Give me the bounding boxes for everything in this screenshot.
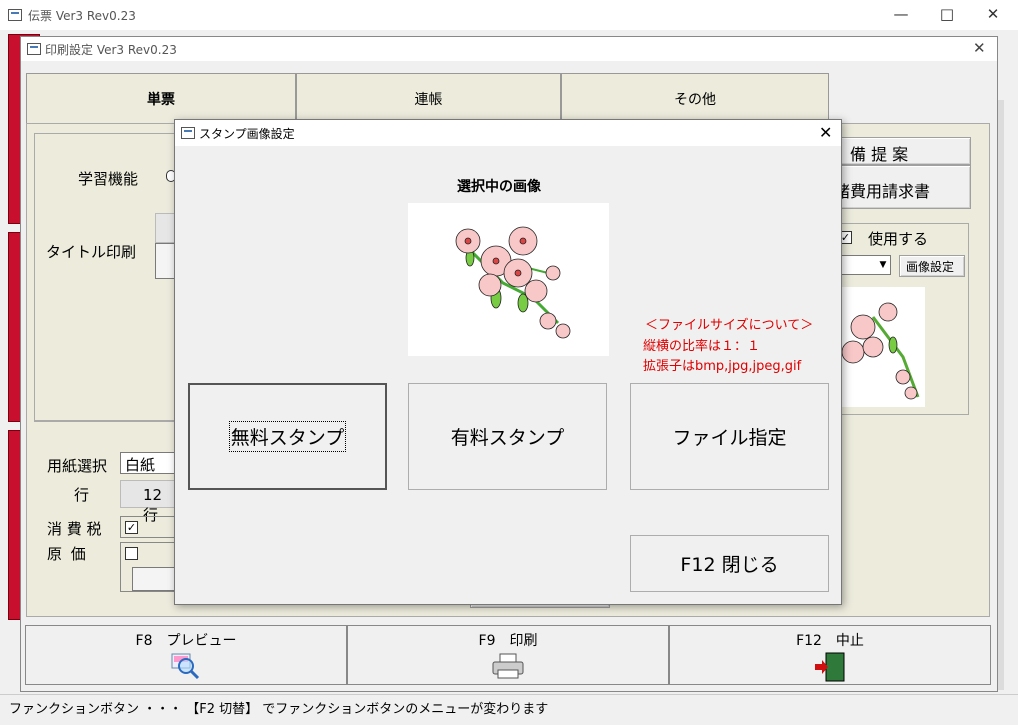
paid-stamp-button[interactable]: 有料スタンプ [408, 383, 607, 490]
paper-select-label: 用紙選択 [47, 457, 108, 475]
free-stamp-button[interactable]: 無料スタンプ [188, 383, 387, 490]
f8-preview-button[interactable]: F8 プレビュー [25, 625, 347, 685]
f9-print-button[interactable]: F9 印刷 [347, 625, 669, 685]
paid-stamp-label: 有料スタンプ [450, 427, 565, 449]
minimize-icon[interactable]: — [878, 0, 924, 28]
exit-door-icon [815, 652, 845, 682]
row-field[interactable]: 12行 [120, 480, 176, 524]
close-icon[interactable]: ✕ [970, 0, 1016, 28]
cost-field[interactable] [132, 567, 176, 591]
preview-magnifier-icon [171, 653, 200, 680]
proposal-button-label: 備 提 案 [850, 145, 909, 164]
tab-single[interactable]: 単票 [26, 73, 296, 123]
main-titlebar: 伝票 Ver3 Rev0.23 — □ ✕ [0, 0, 1018, 30]
paper-select[interactable]: 白紙 [120, 452, 176, 474]
invoice-button[interactable]: 諸費用請求書 [833, 165, 971, 209]
f8-label: F8 プレビュー [135, 633, 237, 649]
app-icon [27, 43, 41, 55]
f12-label: F12 中止 [796, 633, 864, 649]
f12-cancel-button[interactable]: F12 中止 [669, 625, 991, 685]
use-label: 使用する [868, 230, 929, 248]
f9-label: F9 印刷 [478, 633, 538, 649]
stamp-dialog-title: スタンプ画像設定 [199, 127, 295, 141]
selected-image-preview [408, 203, 609, 356]
status-text: ファンクションボタン ・・・ 【F2 切替】 でファンクションボタンのメニューが… [9, 702, 549, 717]
cherry-blossom-image [455, 226, 571, 339]
main-window-title: 伝票 Ver3 Rev0.23 [28, 9, 136, 23]
image-settings-label: 画像設定 [906, 260, 955, 274]
stamp-image-dialog: スタンプ画像設定 ✕ 選択中の画像 ＜ファイルサイズについて＞ 縦横の比率は１：… [174, 119, 842, 605]
close-dialog-button[interactable]: F12 閉じる [630, 535, 829, 592]
title-print-label: タイトル印刷 [46, 243, 137, 261]
image-settings-button[interactable]: 画像設定 [899, 255, 965, 277]
app-icon [8, 9, 22, 21]
print-settings-titlebar: 印刷設定 Ver3 Rev0.23 ✕ [21, 37, 997, 61]
print-settings-title: 印刷設定 Ver3 Rev0.23 [45, 43, 177, 57]
stamp-preview-thumbnail [833, 287, 925, 407]
printer-icon [492, 653, 524, 679]
learning-label: 学習機能 [78, 170, 139, 188]
status-bar: ファンクションボタン ・・・ 【F2 切替】 でファンクションボタンのメニューが… [0, 694, 1018, 725]
app-icon [181, 127, 195, 139]
tax-checkbox[interactable]: ✓ [125, 521, 138, 534]
file-select-label: ファイル指定 [672, 427, 787, 449]
row-label: 行 [74, 486, 90, 504]
stamp-dialog-titlebar: スタンプ画像設定 ✕ [175, 120, 841, 146]
invoice-button-label: 諸費用請求書 [834, 182, 931, 201]
tax-label: 消 費 税 [47, 520, 102, 538]
close-icon[interactable]: ✕ [819, 123, 832, 142]
tab-label: その他 [674, 91, 716, 108]
extension-note: 拡張子はbmp,jpg,jpeg,gif [643, 359, 802, 374]
proposal-button[interactable]: 備 提 案 [833, 137, 971, 165]
chevron-down-icon: ▼ [879, 260, 887, 270]
title-print-field[interactable] [155, 243, 175, 279]
cost-checkbox[interactable] [125, 547, 138, 560]
paper-select-value: 白紙 [125, 456, 156, 474]
selected-image-label: 選択中の画像 [457, 179, 541, 195]
cost-label: 原 価 [47, 545, 88, 563]
tab-label: 単票 [147, 91, 175, 108]
tab-other[interactable]: その他 [561, 73, 829, 123]
tab-label: 連帳 [414, 91, 443, 108]
cherry-blossom-image [841, 302, 920, 400]
ratio-note: 縦横の比率は１：１ [643, 339, 761, 354]
close-icon[interactable]: ✕ [973, 39, 986, 57]
close-dialog-label: F12 閉じる [680, 554, 779, 576]
free-stamp-label: 無料スタンプ [228, 421, 347, 452]
file-select-button[interactable]: ファイル指定 [630, 383, 829, 490]
maximize-icon[interactable]: □ [924, 0, 970, 28]
title-print-box-top [155, 213, 175, 243]
tab-continuous[interactable]: 連帳 [296, 73, 561, 123]
file-size-heading: ＜ファイルサイズについて＞ [645, 318, 814, 333]
